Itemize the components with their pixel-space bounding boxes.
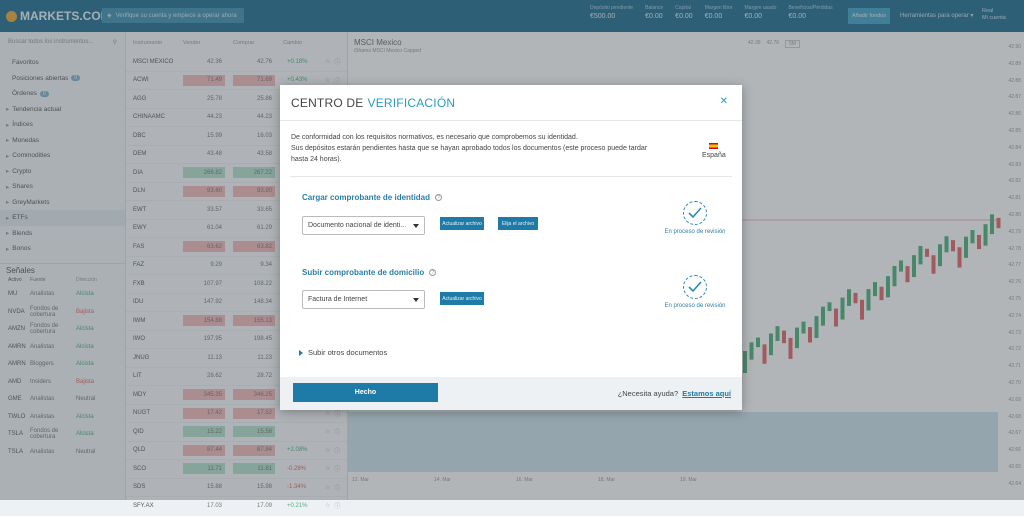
- other-docs-label: Subir otros documentos: [308, 348, 388, 357]
- identity-section-title: Cargar comprobante de identidad ?: [302, 193, 443, 202]
- modal-header: CENTRO DE VERIFICACIÓN: [280, 85, 742, 121]
- instrument-name: SFY.AX: [133, 502, 154, 509]
- buy-price[interactable]: 17.09: [233, 500, 275, 511]
- update-identity-file-button[interactable]: Actualizar archivo: [440, 217, 484, 230]
- check-circle-icon: [683, 201, 707, 225]
- address-status: En proceso de revisión: [660, 275, 730, 309]
- intro-text: De conformidad con los requisitos normat…: [291, 132, 661, 165]
- spain-flag-icon: [709, 143, 719, 149]
- chevron-down-icon: [413, 298, 419, 302]
- country-selector[interactable]: España: [702, 143, 726, 159]
- address-document-select[interactable]: Factura de Internet: [302, 290, 425, 309]
- country-label: España: [702, 152, 726, 159]
- modal-title-part2: VERIFICACIÓN: [367, 95, 456, 110]
- intro-line2: Sus depósitos estarán pendientes hasta q…: [291, 145, 648, 163]
- address-section-title: Subir comprobante de domicilio ?: [302, 268, 437, 277]
- help-icon[interactable]: ?: [429, 269, 437, 276]
- star-icon[interactable]: ☆: [325, 502, 330, 509]
- expand-arrow-icon: [299, 349, 303, 356]
- help-section: ¿Necesita ayuda? Estamos aquí: [618, 389, 731, 398]
- identity-select-value: Documento nacional de identi...: [308, 222, 407, 229]
- help-link[interactable]: Estamos aquí: [682, 389, 731, 398]
- close-icon[interactable]: ✕: [720, 96, 728, 107]
- upload-other-documents[interactable]: Subir otros documentos: [299, 348, 387, 357]
- help-icon[interactable]: ?: [435, 194, 443, 201]
- modal-title-part1: CENTRO DE: [291, 95, 364, 110]
- divider: [290, 176, 732, 177]
- done-button[interactable]: Hecho: [293, 383, 438, 402]
- chevron-down-icon: [413, 224, 419, 228]
- address-select-value: Factura de Internet: [308, 296, 368, 303]
- address-title-text: Subir comprobante de domicilio: [302, 268, 425, 277]
- verification-modal: CENTRO DE VERIFICACIÓN ✕ De conformidad …: [280, 85, 742, 410]
- help-text: ¿Necesita ayuda?: [617, 389, 679, 398]
- address-status-label: En proceso de revisión: [664, 303, 726, 309]
- intro-line1: De conformidad con los requisitos normat…: [291, 134, 578, 141]
- sell-price[interactable]: 17.03: [183, 500, 225, 511]
- choose-file-button[interactable]: Elija el archivo: [498, 217, 538, 230]
- identity-title-text: Cargar comprobante de identidad: [302, 193, 431, 202]
- check-circle-icon: [683, 275, 707, 299]
- info-icon[interactable]: ⓘ: [334, 501, 340, 510]
- identity-document-select[interactable]: Documento nacional de identi...: [302, 216, 425, 235]
- identity-status-label: En proceso de revisión: [664, 229, 726, 235]
- change-value: +0.21%: [287, 502, 308, 509]
- modal-footer: Hecho ¿Necesita ayuda? Estamos aquí: [280, 377, 742, 410]
- identity-status: En proceso de revisión: [660, 201, 730, 235]
- update-address-file-button[interactable]: Actualizar archivo: [440, 292, 484, 305]
